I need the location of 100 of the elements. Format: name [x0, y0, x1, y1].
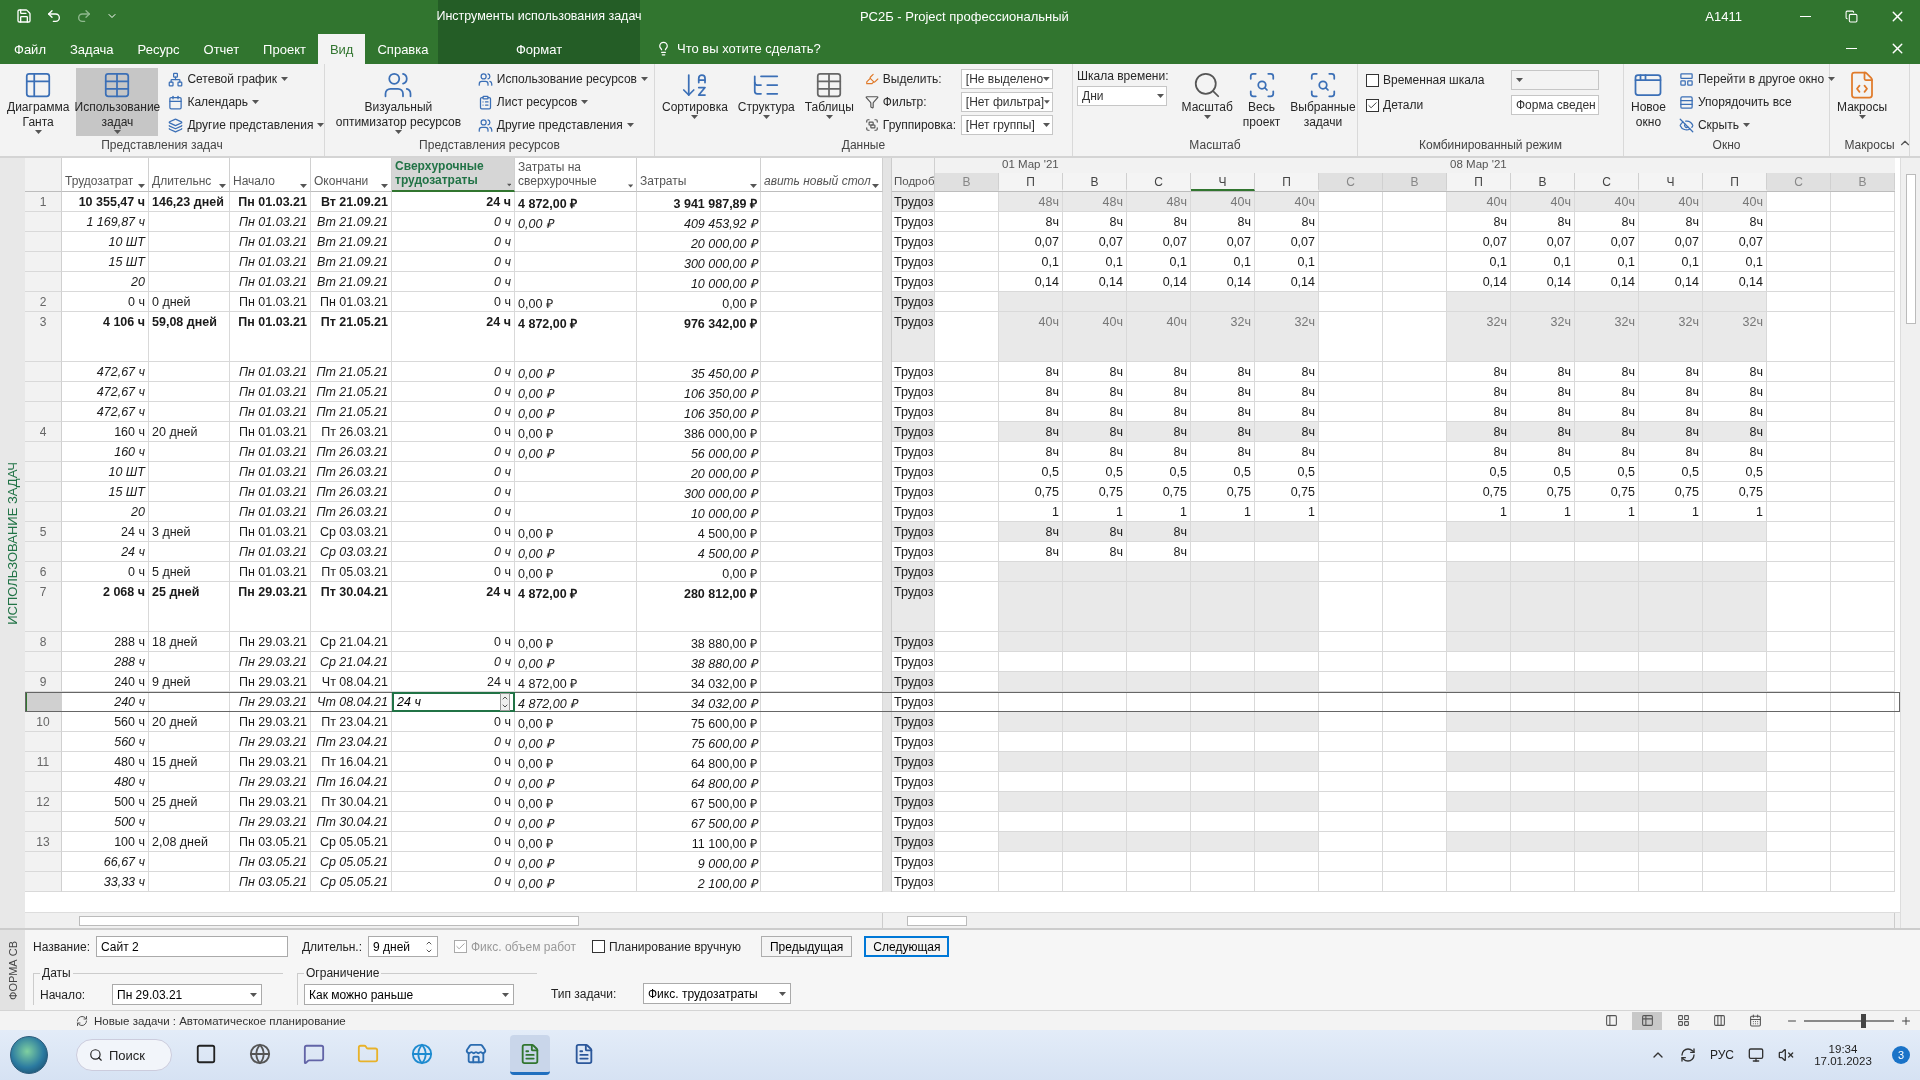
timeline-cell [1767, 312, 1831, 362]
ribbon-button[interactable]: Использование ресурсов [475, 69, 650, 89]
ribbon-button[interactable]: Весь проект [1239, 68, 1284, 136]
ribbon-button[interactable]: Диаграмма Ганта [4, 68, 73, 136]
ribbon-button[interactable]: Структура [734, 68, 798, 136]
timeline-cell [1511, 852, 1575, 872]
table-cell: 9 дней [149, 672, 230, 692]
name-field[interactable]: Сайт 2 [95, 936, 288, 957]
column-header[interactable]: Трудозатрат [62, 158, 149, 192]
column-header[interactable]: Длительнс [149, 158, 230, 192]
column-header[interactable]: Окончани [311, 158, 392, 192]
duration-field[interactable]: 9 дней [368, 936, 438, 957]
timeline-cell: 8ч [1063, 402, 1127, 422]
tell-me-search[interactable]: Что вы хотите сделать? [652, 34, 825, 62]
ribbon-button[interactable]: Сортировка [659, 68, 731, 136]
ribbon-tab[interactable]: Проект [251, 34, 318, 64]
column-header[interactable]: Затраты [637, 158, 761, 192]
view-button[interactable] [1632, 1011, 1662, 1030]
checkbox-label: Временная шкала [1383, 73, 1486, 87]
ribbon-button[interactable]: Сетевой график [166, 69, 290, 89]
table-cell: Ср 21.04.21 [311, 652, 392, 672]
timeline-cell: 0,1 [1063, 252, 1127, 272]
sync-icon[interactable] [1679, 1047, 1696, 1063]
dropdown-arrow-icon [1043, 77, 1050, 81]
dropdown-field[interactable]: Дни [1077, 86, 1167, 106]
timeline-cell [999, 672, 1063, 692]
timeline-cell [935, 232, 999, 252]
mute-icon[interactable] [1778, 1047, 1794, 1063]
date-field[interactable]: Пн 29.03.21 [112, 984, 262, 1005]
search-button[interactable]: Поиск [76, 1039, 172, 1071]
language-indicator[interactable]: РУС [1709, 1048, 1734, 1062]
ribbon-button[interactable]: Календарь [166, 92, 261, 112]
ribbon-tab[interactable]: Отчет [191, 34, 252, 64]
table-cell: 0 ч [392, 712, 515, 732]
row-header: 2 [25, 292, 62, 312]
timeline-cell [999, 562, 1063, 582]
clock-time[interactable]: 19:34 [1828, 1043, 1858, 1055]
timeline-cell: 8ч [1447, 382, 1511, 402]
ribbon-tab[interactable]: Файл [2, 34, 58, 64]
checkbox[interactable] [591, 940, 605, 953]
dropdown-field[interactable]: [Не выделено [960, 69, 1053, 89]
ribbon-button[interactable]: Масштаб [1178, 68, 1236, 136]
table-cell: Пн 29.03.21 [230, 672, 311, 692]
timeline-cell [1511, 812, 1575, 832]
timeline-cell [1191, 672, 1255, 692]
timeline-cell [1447, 542, 1511, 562]
dropdown-field[interactable]: Фикс. трудозатраты [643, 983, 791, 1004]
table-cell: Пн 01.03.21 [230, 562, 311, 582]
timeline-cell [1255, 672, 1319, 692]
ribbon-tab[interactable]: Формат [503, 34, 575, 64]
timeline-cell [1831, 672, 1895, 692]
start-button[interactable] [10, 1036, 48, 1074]
ribbon-button[interactable]: Другие представления [166, 115, 327, 135]
clock-date[interactable]: 17.01.2023 [1814, 1055, 1872, 1067]
ribbon-button[interactable]: Скрыть [1676, 115, 1752, 135]
column-header[interactable]: авить новый стол [761, 158, 883, 192]
save-icon[interactable] [16, 8, 32, 24]
ribbon-tab[interactable]: Задача [57, 34, 126, 64]
dropdown-arrow-icon [641, 77, 648, 81]
dropdown-field[interactable]: [Нет группы] [960, 115, 1053, 135]
undo-icon[interactable] [46, 8, 62, 24]
column-header[interactable]: Затраты на сверхурочные [515, 158, 637, 192]
dropdown-arrow-icon [762, 115, 770, 119]
dropdown-field[interactable]: [Нет фильтра] [960, 92, 1053, 112]
timeline-cell [1703, 292, 1767, 312]
monitor-icon[interactable] [1748, 1047, 1764, 1063]
table-cell: 0 ч [392, 462, 515, 482]
notification-badge[interactable]: 3 [1892, 1046, 1910, 1064]
table-cell: 0 ч [392, 632, 515, 652]
cell-editor[interactable]: 24 ч [392, 692, 515, 712]
checkbox[interactable] [1366, 98, 1379, 112]
ribbon-button[interactable]: Выбранные задачи [1287, 68, 1359, 136]
ribbon-button[interactable]: Упорядочить все [1676, 92, 1794, 112]
table-cell: 10 ШТ [62, 232, 149, 252]
dropdown-field[interactable]: Форма сведен [1511, 95, 1599, 115]
ribbon-button[interactable]: Таблицы [801, 68, 857, 136]
form-button[interactable]: Предыдущая [760, 936, 853, 957]
group-label: Ограничение [304, 966, 382, 980]
ribbon-tab[interactable]: Ресурс [125, 34, 192, 64]
vertical-scrollbar[interactable] [1900, 158, 1920, 928]
spinner-icon[interactable] [500, 693, 510, 711]
ribbon-button[interactable]: Новое окно [1628, 68, 1669, 136]
timeline-cell: 0,14 [1511, 272, 1575, 292]
timeline-cell: 8ч [1639, 422, 1703, 442]
zoom-in-icon[interactable] [1900, 1014, 1912, 1027]
timeline-cell [1319, 382, 1383, 402]
timeline-cell: 8ч [1063, 542, 1127, 562]
dropdown-field[interactable]: Как можно раньше [304, 984, 514, 1005]
form-button[interactable]: Следующая [864, 936, 950, 957]
redo-icon[interactable] [76, 8, 92, 24]
column-header[interactable]: Сверхурочные трудозатраты [392, 158, 515, 192]
ribbon-button[interactable]: Лист ресурсов [475, 92, 591, 112]
ribbon-tab[interactable]: Вид [317, 34, 366, 64]
table-cell: 3 941 987,89 ₽ [637, 192, 761, 212]
ribbon-button[interactable]: Использование задач [76, 68, 159, 136]
column-header[interactable]: Начало [230, 158, 311, 192]
ribbon-button[interactable]: Другие представления [475, 115, 636, 135]
ribbon-button[interactable]: Визуальный оптимизатор ресурсов [329, 68, 468, 136]
ribbon-tab[interactable]: Справка [365, 34, 441, 64]
timeline-cell [1255, 732, 1319, 752]
